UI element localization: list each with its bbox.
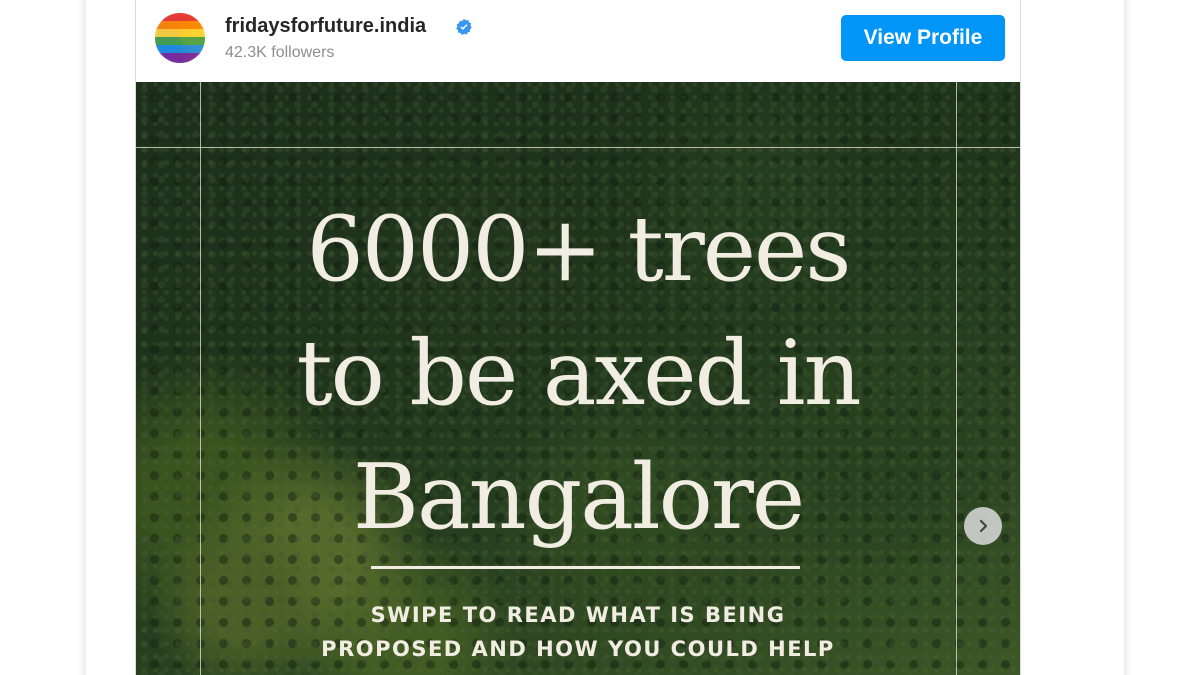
cta-line-2: PROPOSED AND HOW YOU COULD HELP	[321, 637, 835, 661]
username-link[interactable]: fridaysforfuture.india	[225, 15, 426, 38]
cta-line-1: SWIPE TO READ WHAT IS BEING	[370, 603, 786, 627]
post-cta: SWIPE TO READ WHAT IS BEING PROPOSED AND…	[136, 598, 1020, 666]
next-slide-button[interactable]	[964, 507, 1002, 545]
verified-badge-icon	[456, 18, 472, 35]
view-profile-button[interactable]: View Profile	[841, 15, 1005, 61]
headline-line-3: Bangalore	[352, 445, 805, 550]
instagram-embed: fridaysforfuture.india 42.3K followers V…	[135, 0, 1021, 675]
page-shadow-right	[1124, 0, 1132, 675]
chevron-right-icon	[979, 519, 988, 533]
post-image[interactable]: 6000+ trees to be axed in Bangalore SWIP…	[136, 82, 1020, 675]
post-header: fridaysforfuture.india 42.3K followers V…	[136, 0, 1020, 82]
frame-line-top	[136, 147, 1020, 148]
divider	[371, 566, 800, 569]
avatar[interactable]	[155, 13, 205, 63]
post-headline: 6000+ trees to be axed in Bangalore	[136, 188, 1020, 560]
page-shadow-left	[78, 0, 86, 675]
headline-line-2: to be axed in	[296, 321, 861, 426]
followers-count: 42.3K followers	[225, 44, 335, 61]
headline-line-1: 6000+ trees	[306, 197, 852, 302]
